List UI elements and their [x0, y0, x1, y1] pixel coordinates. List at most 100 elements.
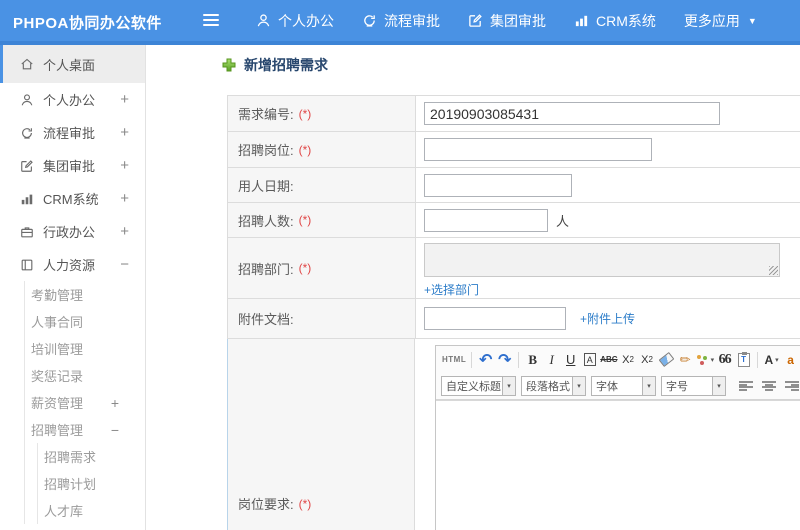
briefcase-icon [20, 225, 43, 239]
edit-icon [468, 13, 483, 28]
menu-toggle-icon[interactable] [203, 14, 219, 28]
eraser-icon [658, 351, 674, 368]
sidebar-item-hr-contract[interactable]: 人事合同 [0, 308, 145, 335]
hr-book-icon [20, 258, 43, 272]
field-label: 需求编号: (*) [228, 96, 416, 131]
caret-down-icon: ▼ [747, 15, 757, 26]
bold-button[interactable]: B [524, 349, 541, 370]
sidebar-item-group-approval[interactable]: 集团审批 + [0, 149, 145, 182]
font-family-select[interactable]: 字体 ▾ [591, 376, 656, 396]
sidebar-item-reward-punish[interactable]: 奖惩记录 [0, 362, 145, 389]
bar-chart-icon [20, 192, 43, 206]
required-mark: (*) [298, 496, 312, 511]
paste-as-text-button[interactable]: T [735, 349, 752, 370]
workflow-icon [362, 13, 377, 28]
select-department-link[interactable]: +选择部门 [424, 281, 479, 298]
top-menu: 个人办公 流程审批 集团审批 CRM系统 更多应用 ▼ [242, 0, 771, 41]
form-row-headcount: 招聘人数: (*) 人 [228, 203, 800, 238]
form-row-department: 招聘部门: (*) +选择部门 [228, 238, 800, 299]
sidebar-item-personal-office[interactable]: 个人办公 + [0, 83, 145, 116]
home-icon [20, 57, 43, 71]
sidebar-item-recruit-demand[interactable]: 招聘需求 [0, 443, 145, 470]
nav-item-workflow-approval[interactable]: 流程审批 [348, 11, 454, 31]
font-color-button[interactable]: A ▾ [763, 349, 780, 370]
field-label: 附件文档: [228, 299, 416, 338]
add-plus-icon [222, 58, 236, 72]
form-row-position: 招聘岗位: (*) [228, 132, 800, 168]
expand-plus-icon[interactable]: + [120, 91, 129, 108]
editor-content-area[interactable] [436, 400, 800, 530]
paragraph-format-select[interactable]: 段落格式 ▾ [521, 376, 586, 396]
sidebar-item-human-resources[interactable]: 人力资源 − [0, 248, 145, 281]
required-mark: (*) [298, 106, 312, 121]
blockquote-button[interactable]: 66 [716, 349, 733, 370]
sidebar-item-workflow-approval[interactable]: 流程审批 + [0, 116, 145, 149]
unit-label: 人 [556, 213, 570, 229]
department-textarea[interactable] [424, 243, 780, 277]
form-row-hire-date: 用人日期: [228, 168, 800, 203]
page-title: 新增招聘需求 [244, 57, 328, 73]
rich-text-editor: HTML ↶ ↷ B I U A ABC X2 X2 ✏ ▾ 66 T A ▾ … [435, 345, 800, 530]
html-source-button[interactable]: HTML [442, 349, 466, 370]
sidebar-item-recruit-plan[interactable]: 招聘计划 [0, 470, 145, 497]
editor-toolbar-row2: 自定义标题 ▾ 段落格式 ▾ 字体 ▾ 字号 ▾ [436, 373, 800, 400]
workflow-icon [20, 126, 43, 140]
expand-plus-icon[interactable]: + [111, 395, 119, 411]
hire-date-input[interactable] [424, 173, 572, 197]
field-label: 招聘部门: (*) [228, 238, 416, 298]
alignment-buttons [739, 380, 800, 392]
font-style-button[interactable]: A [583, 353, 596, 366]
strikethrough-button[interactable]: ABC [600, 349, 617, 370]
nav-item-crm-system[interactable]: CRM系统 [560, 11, 670, 31]
nav-item-personal-office[interactable]: 个人办公 [242, 11, 348, 31]
clipboard-icon: T [737, 351, 750, 367]
nav-item-group-approval[interactable]: 集团审批 [454, 11, 560, 31]
align-left-icon[interactable] [739, 380, 753, 392]
redo-icon[interactable]: ↷ [496, 349, 513, 370]
app-logo: PHPOA协同办公软件 [13, 15, 162, 32]
font-size-select[interactable]: 字号 ▾ [661, 376, 726, 396]
sidebar-item-training-mgmt[interactable]: 培训管理 [0, 335, 145, 362]
italic-button[interactable]: I [543, 349, 560, 370]
caret-down-icon: ▾ [775, 356, 779, 364]
attachment-upload-link[interactable]: +附件上传 [580, 310, 635, 327]
palette-icon [696, 354, 709, 366]
custom-heading-select[interactable]: 自定义标题 ▾ [441, 376, 516, 396]
expand-plus-icon[interactable]: + [120, 190, 129, 207]
expand-plus-icon[interactable]: + [120, 157, 129, 174]
headcount-input[interactable] [424, 208, 548, 232]
caret-down-icon: ▾ [710, 356, 715, 364]
align-right-icon[interactable] [785, 380, 799, 392]
required-mark: (*) [298, 213, 312, 227]
attachment-input[interactable] [424, 307, 566, 330]
sidebar-item-personal-desktop[interactable]: 个人桌面 [0, 45, 145, 83]
position-input[interactable] [424, 138, 652, 161]
sidebar-item-salary-mgmt[interactable]: 薪资管理 + [0, 389, 145, 416]
subscript-button[interactable]: X2 [639, 349, 656, 370]
expand-plus-icon[interactable]: + [120, 124, 129, 141]
undo-icon[interactable]: ↶ [477, 349, 494, 370]
form-row-attachment: 附件文档: +附件上传 [228, 299, 800, 339]
sidebar-item-attendance-mgmt[interactable]: 考勤管理 [0, 281, 145, 308]
caret-down-icon: ▾ [642, 377, 655, 395]
nav-item-more-apps[interactable]: 更多应用 ▼ [670, 11, 771, 31]
demand-number-input[interactable] [424, 102, 720, 125]
sidebar-item-recruit-mgmt[interactable]: 招聘管理 − [0, 416, 145, 443]
expand-plus-icon[interactable]: + [120, 223, 129, 240]
required-mark: (*) [298, 261, 312, 275]
sidebar-item-crm-system[interactable]: CRM系统 + [0, 182, 145, 215]
remove-format-button[interactable] [658, 349, 675, 370]
underline-button[interactable]: U [562, 349, 579, 370]
format-painter-icon[interactable]: ✏ [677, 349, 694, 370]
background-color-button[interactable]: a [782, 349, 799, 370]
sidebar-item-admin-office[interactable]: 行政办公 + [0, 215, 145, 248]
align-center-icon[interactable] [762, 380, 776, 392]
field-label: 招聘岗位: (*) [228, 132, 416, 167]
edit-icon [20, 159, 43, 173]
collapse-minus-icon[interactable]: − [111, 422, 119, 438]
emoticon-palette-button[interactable]: ▾ [696, 349, 715, 370]
sidebar-item-talent-pool[interactable]: 人才库 [0, 497, 145, 524]
required-mark: (*) [298, 142, 312, 157]
collapse-minus-icon[interactable]: − [120, 256, 129, 273]
superscript-button[interactable]: X2 [620, 349, 637, 370]
